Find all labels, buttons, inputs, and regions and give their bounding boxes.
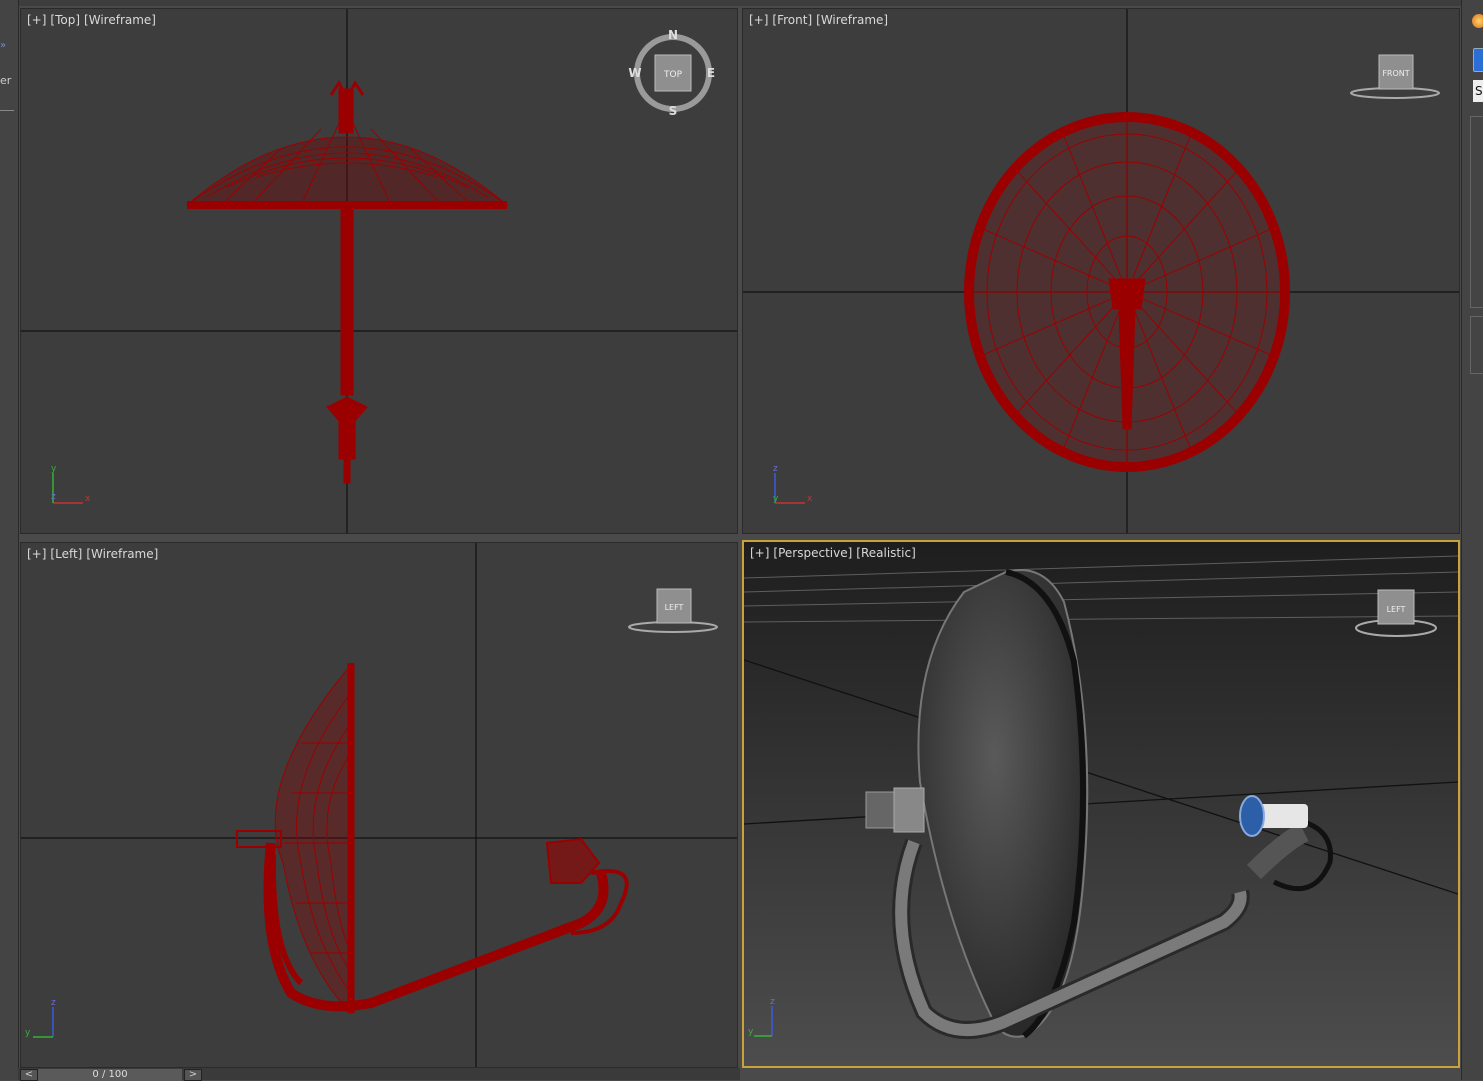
svg-text:y: y (748, 1027, 754, 1037)
time-slider-thumb[interactable]: 0 / 100 (38, 1069, 182, 1081)
axis-tripod-left: z y (25, 998, 56, 1038)
viewport-shading-menu[interactable]: [Realistic] (856, 546, 915, 560)
perspective-realistic-scene: LEFT z y (744, 542, 1458, 1066)
viewport-plus-menu[interactable]: [+] (750, 546, 769, 560)
axis-tripod-top: x y z (51, 464, 91, 504)
svg-text:z: z (773, 464, 778, 474)
prev-frame-button[interactable]: < (20, 1069, 38, 1081)
viewcube-face-left: LEFT (665, 603, 684, 612)
divider (0, 110, 14, 111)
svg-text:z: z (51, 998, 56, 1008)
svg-text:x: x (807, 494, 813, 504)
viewport-view-menu[interactable]: [Top] (50, 13, 80, 27)
left-wireframe-scene: LEFT z y (21, 543, 737, 1067)
svg-text:z: z (770, 997, 775, 1007)
viewcube-face-top: TOP (663, 70, 683, 80)
viewport-perspective[interactable]: LEFT z y [+] [Perspective] [Realistic] (742, 540, 1460, 1068)
color-swatch-button[interactable] (1473, 48, 1483, 72)
compass-w: W (628, 66, 641, 80)
viewport-label-top[interactable]: [+] [Top] [Wireframe] (27, 13, 160, 27)
sun-icon[interactable] (1472, 14, 1483, 28)
rollout-panel (1470, 116, 1483, 308)
viewport-shading-menu[interactable]: [Wireframe] (84, 13, 156, 27)
viewport-shading-menu[interactable]: [Wireframe] (86, 547, 158, 561)
viewport-label-front[interactable]: [+] [Front] [Wireframe] (749, 13, 892, 27)
viewcube-compass-top[interactable]: TOP N S E W (628, 28, 715, 118)
left-panel-label: er (0, 74, 12, 87)
compass-s: S (669, 104, 678, 118)
viewport-plus-menu[interactable]: [+] (27, 547, 46, 561)
viewport-plus-menu[interactable]: [+] (749, 13, 768, 27)
viewport-front[interactable]: FRONT x z y [+] [Front] [Wireframe] (742, 8, 1460, 534)
compass-n: N (668, 28, 678, 42)
top-wireframe-scene: TOP N S E W x y z (21, 9, 737, 533)
command-panel: S (1461, 0, 1483, 1080)
time-slider[interactable]: < 0 / 100 > (18, 1068, 740, 1081)
dish-wireframe-front (964, 112, 1290, 472)
svg-text:y: y (25, 1028, 31, 1038)
dish-wireframe-top (185, 80, 509, 484)
svg-text:z: z (51, 492, 56, 502)
svg-text:x: x (85, 494, 91, 504)
axis-tripod-front: x z y (773, 464, 813, 504)
svg-text:y: y (773, 494, 779, 504)
viewport-label-left[interactable]: [+] [Left] [Wireframe] (27, 547, 162, 561)
name-field[interactable]: S (1473, 80, 1483, 102)
viewport-view-menu[interactable]: [Perspective] (773, 546, 852, 560)
left-command-strip: » er (0, 0, 19, 1080)
viewcube-face-front: FRONT (1382, 69, 1409, 78)
viewport-left[interactable]: LEFT z y [+] [Left] [Wireframe] (20, 542, 738, 1068)
svg-text:y: y (51, 464, 57, 474)
top-toolbar-edge (18, 0, 1461, 6)
viewport-view-menu[interactable]: [Left] (50, 547, 82, 561)
viewport-plus-menu[interactable]: [+] (27, 13, 46, 27)
next-frame-button[interactable]: > (184, 1069, 202, 1081)
front-wireframe-scene: FRONT x z y (743, 9, 1459, 533)
expand-chevron-icon[interactable]: » (0, 40, 12, 51)
rollout-panel-2 (1470, 316, 1483, 374)
viewcube-left[interactable]: LEFT (628, 588, 718, 633)
compass-e: E (707, 66, 715, 80)
viewcube-front[interactable]: FRONT (1350, 54, 1440, 99)
viewport-top[interactable]: TOP N S E W x y z [+] [Top] [Wireframe] (20, 8, 738, 534)
viewcube-face-persp: LEFT (1387, 605, 1406, 614)
viewport-view-menu[interactable]: [Front] (772, 13, 812, 27)
viewport-label-perspective[interactable]: [+] [Perspective] [Realistic] (750, 546, 920, 560)
viewport-shading-menu[interactable]: [Wireframe] (816, 13, 888, 27)
